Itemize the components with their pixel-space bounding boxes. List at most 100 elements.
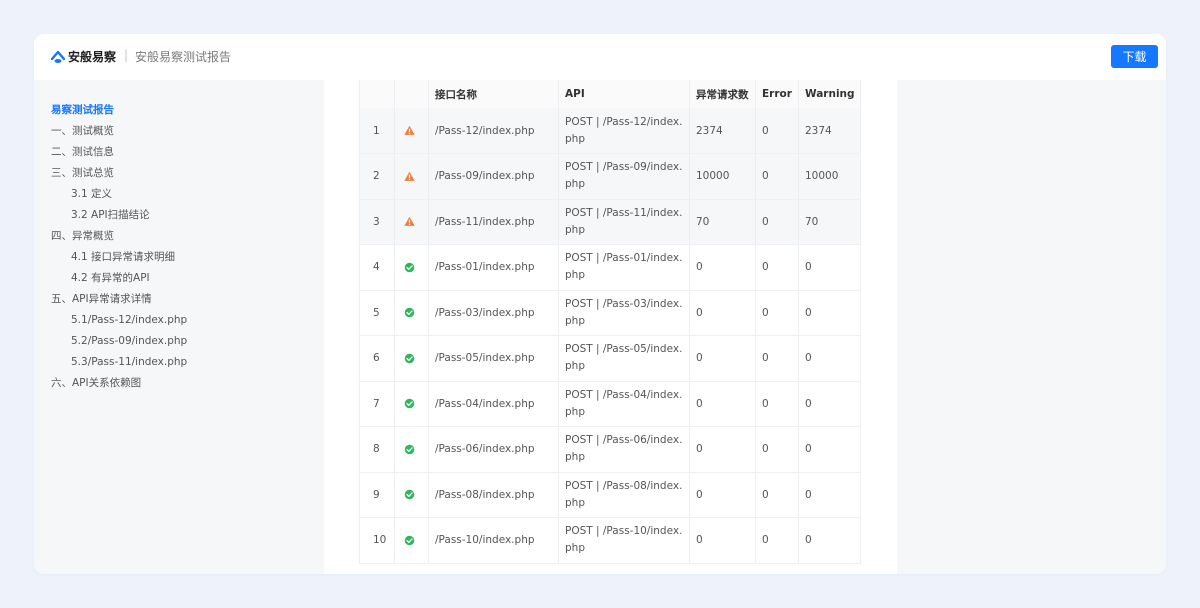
row-index: 6 bbox=[359, 335, 395, 382]
toc-item[interactable]: 3.2 API扫描结论 bbox=[51, 207, 187, 228]
warning-icon bbox=[404, 125, 415, 135]
warning-count-cell: 70 bbox=[798, 199, 861, 245]
api-path-cell: POST | /Pass-06/index.php bbox=[558, 426, 690, 473]
column-header: API bbox=[558, 80, 690, 108]
check-circle-icon bbox=[404, 444, 415, 455]
toc-item[interactable]: 3.1 定义 bbox=[51, 186, 187, 207]
toc-item[interactable]: 五、API异常请求详情 bbox=[51, 291, 187, 312]
api-path-cell: POST | /Pass-11/index.php bbox=[558, 199, 690, 245]
error-count-cell: 0 bbox=[755, 244, 799, 291]
api-path-cell: POST | /Pass-08/index.php bbox=[558, 472, 690, 518]
status-cell bbox=[394, 472, 429, 518]
check-circle-icon bbox=[404, 307, 415, 318]
column-header: 接口名称 bbox=[428, 80, 559, 108]
exception-count-cell: 0 bbox=[689, 517, 756, 564]
status-cell bbox=[394, 108, 429, 154]
table-row[interactable]: 2/Pass-09/index.php POST | /Pass-09/index… bbox=[359, 153, 861, 200]
exception-count-cell: 0 bbox=[689, 381, 756, 427]
api-name-cell: /Pass-08/index.php bbox=[428, 472, 559, 518]
warning-count-cell: 0 bbox=[798, 290, 861, 336]
toc-item[interactable]: 4.1 接口异常请求明细 bbox=[51, 249, 187, 270]
status-cell bbox=[394, 290, 429, 336]
row-index: 9 bbox=[359, 472, 395, 518]
api-path-cell: POST | /Pass-12/index.php bbox=[558, 108, 690, 154]
row-index: 3 bbox=[359, 199, 395, 245]
toc-item[interactable]: 5.2/Pass-09/index.php bbox=[51, 333, 187, 354]
table-row[interactable]: 1/Pass-12/index.php POST | /Pass-12/index… bbox=[359, 108, 861, 154]
error-count-cell: 0 bbox=[755, 290, 799, 336]
exception-count-cell: 0 bbox=[689, 335, 756, 382]
toc-item[interactable]: 二、测试信息 bbox=[51, 144, 187, 165]
logo-icon bbox=[51, 50, 65, 63]
exception-count-cell: 0 bbox=[689, 290, 756, 336]
warning-count-cell: 2374 bbox=[798, 108, 861, 154]
warning-count-cell: 0 bbox=[798, 472, 861, 518]
table-row[interactable]: 5/Pass-03/index.php POST | /Pass-03/index… bbox=[359, 290, 861, 336]
api-table: 接口名称 API 异常请求数 Error Warning 1/Pass-12/index… bbox=[359, 80, 861, 564]
toc-item[interactable]: 易察测试报告 bbox=[51, 102, 187, 123]
warning-count-cell: 0 bbox=[798, 381, 861, 427]
exception-count-cell: 10000 bbox=[689, 153, 756, 200]
toc-item[interactable]: 一、测试概览 bbox=[51, 123, 187, 144]
row-index: 8 bbox=[359, 426, 395, 473]
check-circle-icon bbox=[404, 262, 415, 273]
exception-count-cell: 2374 bbox=[689, 108, 756, 154]
row-index: 7 bbox=[359, 381, 395, 427]
toc-item[interactable]: 六、API关系依赖图 bbox=[51, 375, 187, 396]
api-path-cell: POST | /Pass-10/index.php bbox=[558, 517, 690, 564]
table-row[interactable]: 8/Pass-06/index.php POST | /Pass-06/index… bbox=[359, 426, 861, 473]
check-circle-icon bbox=[404, 353, 415, 364]
status-cell bbox=[394, 335, 429, 382]
table-row[interactable]: 9/Pass-08/index.php POST | /Pass-08/index… bbox=[359, 472, 861, 518]
toc-list: 易察测试报告 一、测试概览 二、测试信息 三、测试总览 3.1 定义 3.2 API扫描结… bbox=[51, 102, 187, 396]
table-body: 1/Pass-12/index.php POST | /Pass-12/index… bbox=[359, 108, 861, 564]
check-circle-icon bbox=[404, 398, 415, 409]
column-header: Error bbox=[755, 80, 799, 108]
check-circle-icon bbox=[404, 489, 415, 500]
table-row[interactable]: 10/Pass-10/index.php POST | /Pass-10/inde… bbox=[359, 517, 861, 564]
table-header-row: 接口名称 API 异常请求数 Error Warning bbox=[359, 80, 861, 108]
error-count-cell: 0 bbox=[755, 381, 799, 427]
warning-icon bbox=[404, 216, 415, 227]
warning-count-cell: 10000 bbox=[798, 153, 861, 200]
row-index: 1 bbox=[359, 108, 395, 154]
toc-item[interactable]: 4.2 有异常的API bbox=[51, 270, 187, 291]
api-name-cell: /Pass-06/index.php bbox=[428, 426, 559, 473]
row-index: 5 bbox=[359, 290, 395, 336]
api-name-cell: /Pass-03/index.php bbox=[428, 290, 559, 336]
download-button[interactable]: 下载 bbox=[1111, 45, 1158, 68]
status-cell bbox=[394, 153, 429, 200]
page-title: 安般易察测试报告 bbox=[135, 50, 232, 64]
table-row[interactable]: 7/Pass-04/index.php POST | /Pass-04/index… bbox=[359, 381, 861, 427]
table-row[interactable]: 6/Pass-05/index.php POST | /Pass-05/index… bbox=[359, 335, 861, 382]
toc-item[interactable]: 三、测试总览 bbox=[51, 165, 187, 186]
row-index: 4 bbox=[359, 244, 395, 291]
api-name-cell: /Pass-05/index.php bbox=[428, 335, 559, 382]
api-path-cell: POST | /Pass-09/index.php bbox=[558, 153, 690, 200]
api-name-cell: /Pass-04/index.php bbox=[428, 381, 559, 427]
warning-count-cell: 0 bbox=[798, 244, 861, 291]
check-circle-icon bbox=[404, 535, 415, 546]
api-path-cell: POST | /Pass-01/index.php bbox=[558, 244, 690, 291]
error-count-cell: 0 bbox=[755, 153, 799, 200]
toc-item[interactable]: 5.1/Pass-12/index.php bbox=[51, 312, 187, 333]
warning-count-cell: 0 bbox=[798, 335, 861, 382]
warning-count-cell: 0 bbox=[798, 517, 861, 564]
toc-item[interactable]: 5.3/Pass-11/index.php bbox=[51, 354, 187, 375]
toc-sidebar: 易察测试报告 一、测试概览 二、测试信息 三、测试总览 3.1 定义 3.2 API扫描结… bbox=[34, 80, 324, 574]
error-count-cell: 0 bbox=[755, 517, 799, 564]
warning-count-cell: 0 bbox=[798, 426, 861, 473]
api-path-cell: POST | /Pass-04/index.php bbox=[558, 381, 690, 427]
table-row[interactable]: 3/Pass-11/index.php POST | /Pass-11/index… bbox=[359, 199, 861, 245]
status-cell bbox=[394, 244, 429, 291]
table-row[interactable]: 4/Pass-01/index.php POST | /Pass-01/index… bbox=[359, 244, 861, 291]
toc-item[interactable]: 四、异常概览 bbox=[51, 228, 187, 249]
exception-count-cell: 0 bbox=[689, 472, 756, 518]
error-count-cell: 0 bbox=[755, 472, 799, 518]
status-cell bbox=[394, 199, 429, 245]
error-count-cell: 0 bbox=[755, 108, 799, 154]
column-header: 异常请求数 bbox=[689, 80, 756, 108]
api-name-cell: /Pass-12/index.php bbox=[428, 108, 559, 154]
error-count-cell: 0 bbox=[755, 426, 799, 473]
exception-count-cell: 0 bbox=[689, 244, 756, 291]
